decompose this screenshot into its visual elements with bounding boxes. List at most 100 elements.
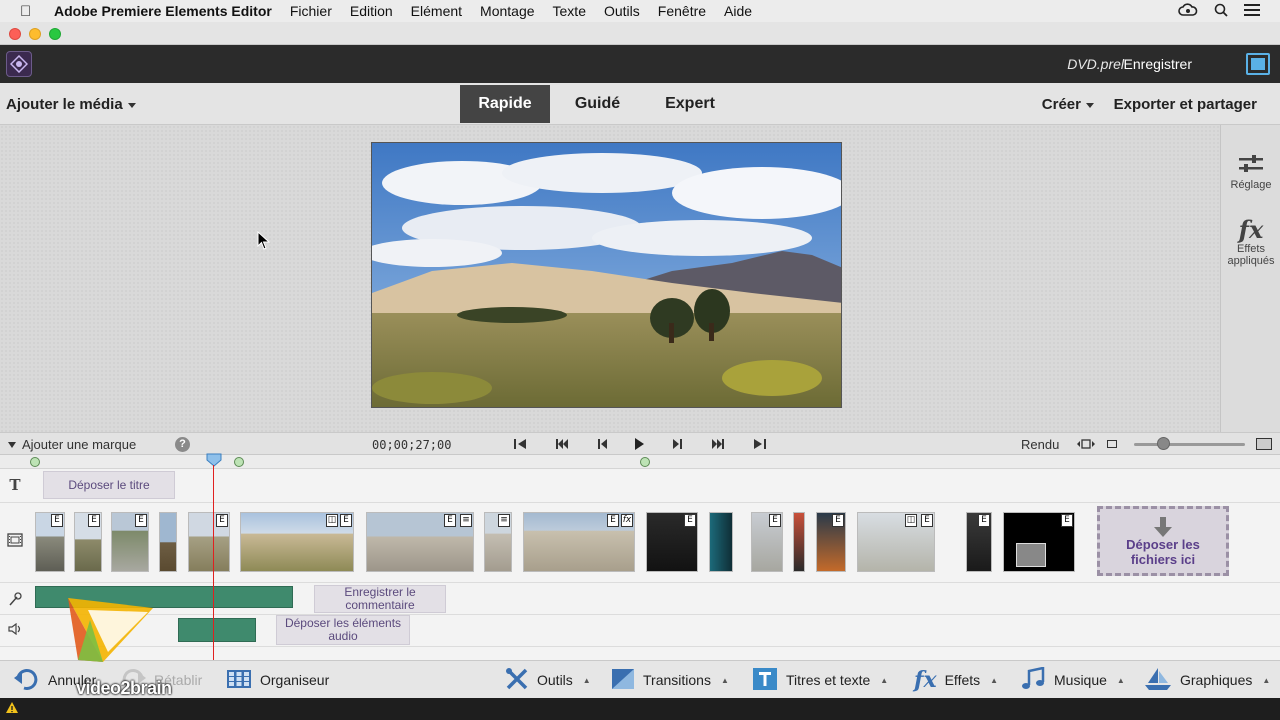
music-label: Musique [1054, 672, 1107, 688]
clip-badge-icon: E [921, 514, 933, 527]
organizer-button[interactable]: Organiseur [226, 661, 329, 699]
menu-fichier[interactable]: Fichier [290, 3, 332, 19]
notification-center-icon[interactable] [1244, 3, 1260, 19]
status-bar [0, 698, 1280, 720]
video-clip[interactable]: ≡ [484, 512, 512, 572]
apple-icon[interactable]:  [20, 3, 36, 20]
add-marker-menu[interactable]: Ajouter une marque [8, 437, 136, 452]
tab-rapide[interactable]: Rapide [460, 85, 550, 123]
window-minimize-icon[interactable] [29, 28, 41, 40]
video-clip[interactable]: E [966, 512, 992, 572]
triangle-down-icon [8, 442, 16, 448]
creative-cloud-icon[interactable] [1178, 2, 1198, 20]
video-clip[interactable]: ◫ E [240, 512, 354, 572]
tab-expert[interactable]: Expert [645, 85, 735, 123]
titles-text-button[interactable]: Titres et texte ▲ [752, 661, 888, 699]
zoom-out-icon[interactable] [1103, 436, 1121, 452]
previous-edit-icon[interactable] [553, 436, 571, 452]
drop-files-zone[interactable]: Déposer les fichiers ici [1097, 506, 1229, 576]
tools-button[interactable]: Outils ▲ [505, 661, 591, 699]
spotlight-search-icon[interactable] [1214, 3, 1228, 20]
app-name-menu[interactable]: Adobe Premiere Elements Editor [54, 3, 272, 19]
tab-guide[interactable]: Guidé [550, 85, 645, 123]
menu-montage[interactable]: Montage [480, 3, 534, 19]
transitions-button[interactable]: Transitions ▲ [611, 661, 729, 699]
video-clip[interactable]: E [1003, 512, 1075, 572]
placeholder-frame [1016, 543, 1046, 567]
video-clip[interactable]: E [111, 512, 149, 572]
menu-aide[interactable]: Aide [724, 3, 752, 19]
video-clip[interactable] [793, 512, 805, 572]
video-clip[interactable] [709, 512, 733, 572]
zoom-in-icon[interactable] [1255, 436, 1273, 452]
titles-text-icon [752, 667, 778, 694]
render-button[interactable]: Rendu [1021, 437, 1059, 452]
step-back-icon[interactable] [594, 436, 612, 452]
video-clip[interactable]: E [646, 512, 698, 572]
video-clip[interactable]: E [751, 512, 783, 572]
applied-effects-label-1: Effets [1237, 243, 1265, 255]
menu-fenetre[interactable]: Fenêtre [658, 3, 706, 19]
video-clip[interactable]: E [74, 512, 102, 572]
narration-drop-zone[interactable]: Enregistrer le commentaire [314, 585, 446, 613]
next-edit-icon[interactable] [709, 436, 727, 452]
marker-icon[interactable] [30, 457, 40, 467]
clip-badge-icon: E [340, 514, 352, 527]
marker-icon[interactable] [234, 457, 244, 467]
arrow-down-icon [1100, 517, 1226, 537]
video-clip[interactable]: E [188, 512, 230, 572]
audio-clip[interactable] [178, 618, 256, 642]
chevron-up-icon: ▲ [990, 675, 999, 685]
redo-button[interactable]: Rétablir [120, 661, 202, 699]
window-zoom-icon[interactable] [49, 28, 61, 40]
step-forward-icon[interactable] [668, 436, 686, 452]
video-clip[interactable]: E [816, 512, 846, 572]
video-clip[interactable]: E [35, 512, 65, 572]
clip-badge-icon: E [1061, 514, 1073, 527]
chevron-up-icon: ▲ [720, 675, 729, 685]
save-button[interactable]: Enregistrer [1124, 56, 1192, 72]
effects-label: Effets [944, 672, 981, 688]
fx-icon: fx [914, 667, 937, 693]
effects-button[interactable]: fx Effets ▲ [914, 661, 998, 699]
mode-bar: Ajouter le média Rapide Guidé Expert Cré… [0, 83, 1280, 125]
warning-icon[interactable] [6, 702, 18, 717]
menu-edition[interactable]: Edition [350, 3, 393, 19]
create-menu[interactable]: Créer [1042, 96, 1094, 113]
playhead-handle-icon[interactable] [206, 453, 222, 467]
clip-badge-icon: E [216, 514, 228, 527]
menu-element[interactable]: Elément [411, 3, 462, 19]
title-drop-zone[interactable]: Déposer le titre [43, 471, 175, 499]
help-icon[interactable]: ? [175, 437, 190, 452]
adjust-panel-button[interactable]: Réglage [1221, 151, 1280, 191]
go-to-end-icon[interactable] [751, 436, 769, 452]
zoom-slider-knob[interactable] [1157, 437, 1170, 450]
marker-icon[interactable] [640, 457, 650, 467]
window-close-icon[interactable] [9, 28, 21, 40]
window-titlebar [0, 22, 1280, 45]
tools-label: Outils [537, 672, 573, 688]
sliders-icon [1221, 151, 1280, 179]
export-share-button[interactable]: Exporter et partager [1114, 96, 1257, 113]
applied-effects-button[interactable]: fx Effets appliqués [1221, 215, 1280, 268]
fit-timeline-icon[interactable] [1077, 436, 1095, 452]
menu-texte[interactable]: Texte [553, 3, 586, 19]
zoom-slider-track[interactable] [1134, 443, 1245, 446]
video-clip[interactable] [159, 512, 177, 572]
video-preview[interactable] [371, 142, 842, 408]
music-button[interactable]: Musique ▲ [1020, 661, 1125, 699]
time-ruler[interactable] [0, 455, 1280, 469]
graphics-button[interactable]: Graphiques ▲ [1144, 661, 1270, 699]
menu-outils[interactable]: Outils [604, 3, 640, 19]
undo-button[interactable]: Annuler [14, 661, 96, 699]
go-to-start-icon[interactable] [511, 436, 529, 452]
narration-clip[interactable] [35, 586, 293, 608]
add-media-menu[interactable]: Ajouter le média [6, 96, 136, 113]
audio-drop-label-2: audio [328, 629, 358, 643]
fullscreen-monitor-icon[interactable] [1246, 53, 1270, 75]
play-icon[interactable] [630, 436, 648, 452]
video-clip[interactable]: Efx [523, 512, 635, 572]
video-clip[interactable]: E ≡ [366, 512, 474, 572]
video-clip[interactable]: ◫ E [857, 512, 935, 572]
audio-drop-zone[interactable]: Déposer les éléments audio [276, 615, 410, 645]
